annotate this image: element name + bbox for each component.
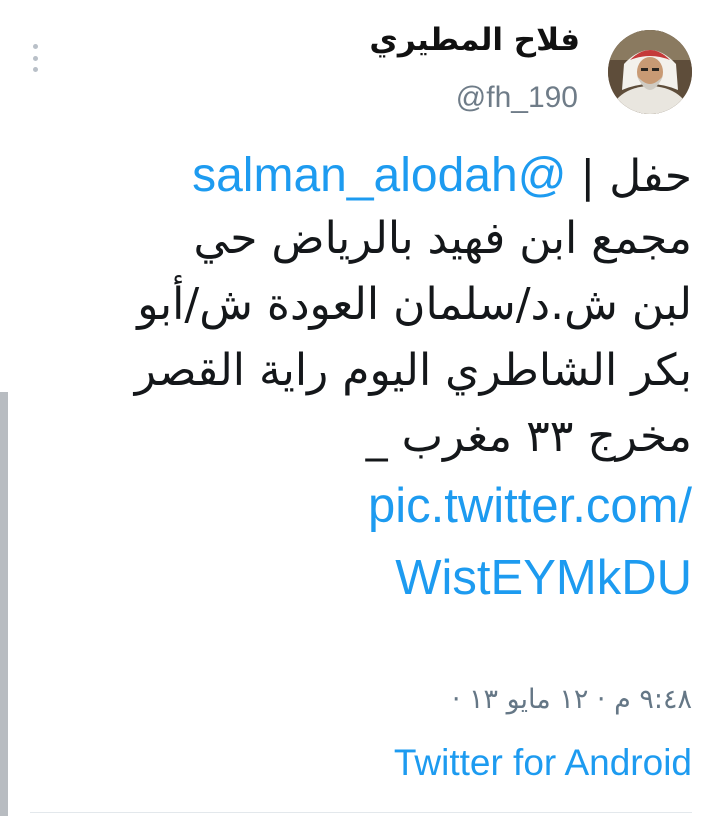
more-options-icon[interactable] bbox=[30, 44, 40, 72]
author-handle[interactable]: @fh_190 bbox=[318, 80, 578, 116]
tweet-text-prefix: حفل | bbox=[566, 151, 692, 202]
left-edge-bar bbox=[0, 392, 8, 816]
tweet-body: حفل | @salman_alodah مجمع ابن فهيد بالري… bbox=[42, 140, 692, 614]
media-link-line-1[interactable]: pic.twitter.com/ bbox=[42, 470, 692, 542]
tweet-line-2: مجمع ابن فهيد بالرياض حي bbox=[193, 213, 692, 264]
profile-photo-icon bbox=[608, 30, 692, 114]
mention-link[interactable]: @salman_alodah bbox=[192, 149, 566, 202]
tweet-timestamp[interactable]: ٩:٤٨ م · ١٢ مايو ١٣ · bbox=[92, 684, 692, 716]
dot-icon bbox=[32, 55, 38, 61]
dot-icon bbox=[32, 67, 38, 72]
author-display-name[interactable]: فلاح المطيري bbox=[320, 22, 580, 59]
avatar[interactable] bbox=[608, 30, 692, 114]
tweet-source-link[interactable]: Twitter for Android bbox=[92, 741, 692, 785]
tweet-line-5: مخرج ٣٣ مغرب _ bbox=[365, 411, 692, 462]
dot-icon bbox=[32, 44, 38, 49]
tweet-line-1: حفل | @salman_alodah bbox=[42, 140, 692, 206]
tweet-line-3: لبن ش.د/سلمان العودة ش/أبو bbox=[137, 279, 692, 330]
tweet-line-4: بكر الشاطري اليوم راية القصر bbox=[134, 345, 692, 396]
media-link-line-2[interactable]: WistEYMkDU bbox=[42, 542, 692, 614]
divider bbox=[30, 812, 692, 813]
